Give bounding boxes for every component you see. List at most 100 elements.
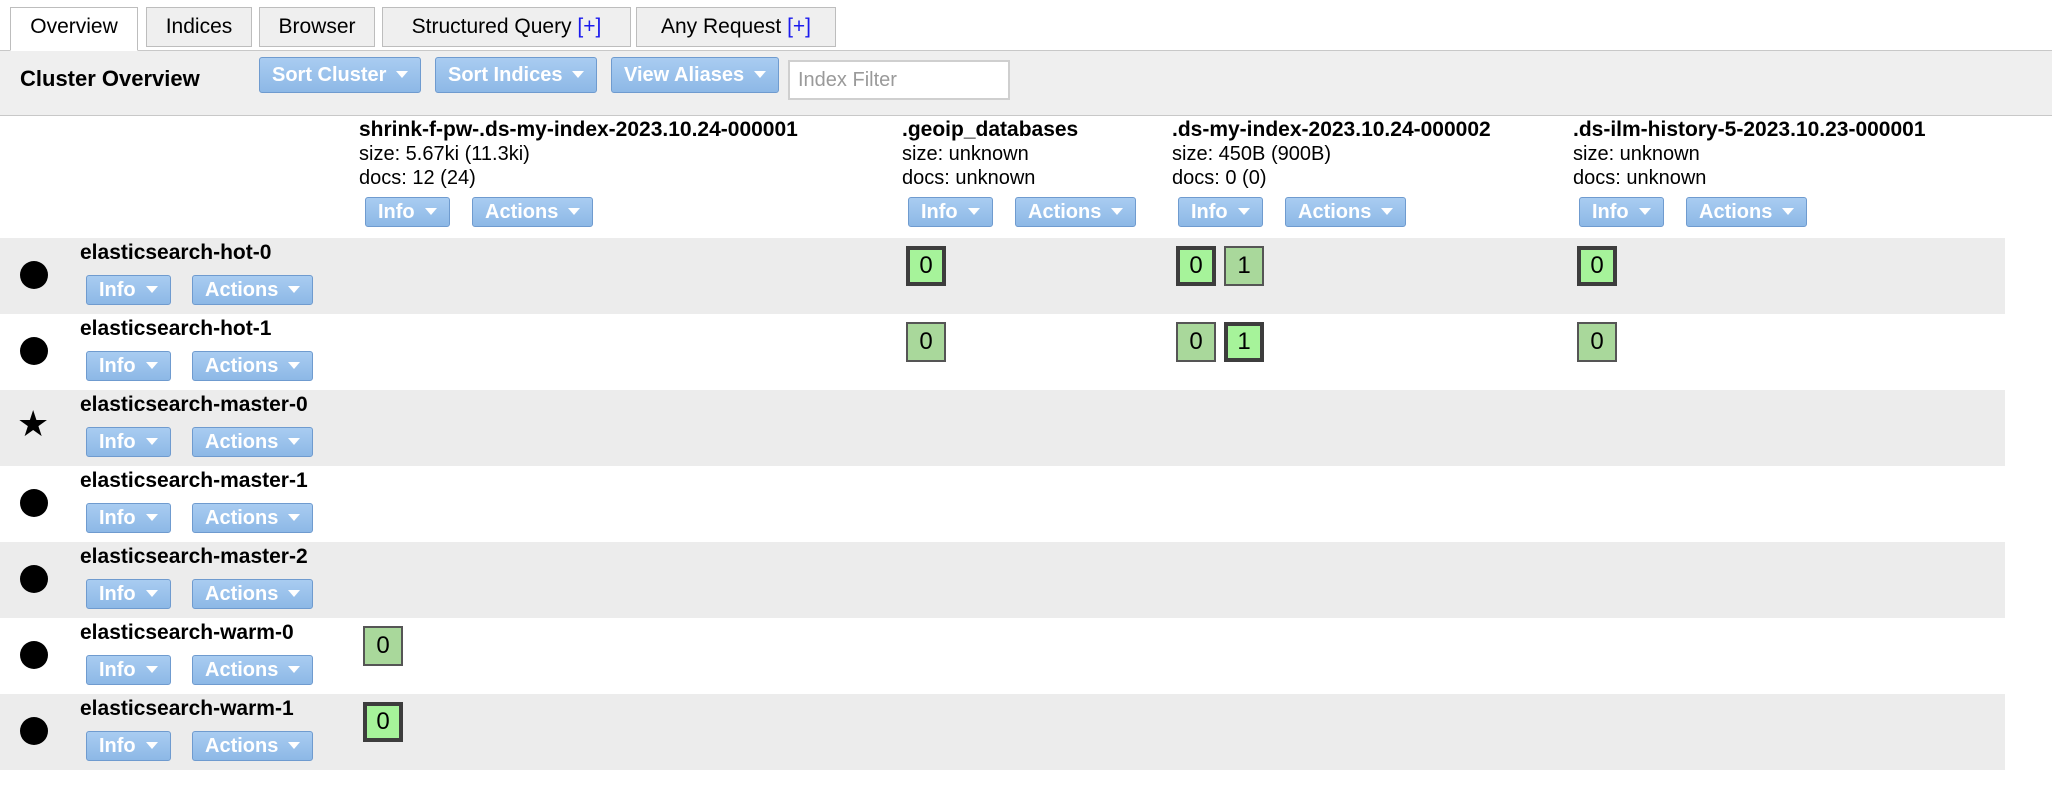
- index-actions-button[interactable]: Actions: [472, 197, 594, 227]
- chevron-down-icon: [145, 362, 158, 370]
- index-name: .ds-ilm-history-5-2023.10.23-000001: [1573, 118, 1926, 141]
- node-row: ★ elasticsearch-master-0 Info Actions: [0, 390, 2005, 466]
- button-label: Info: [378, 201, 415, 223]
- tab-structured-query[interactable]: Structured Query [+]: [382, 7, 631, 47]
- node-info-button[interactable]: Info: [86, 579, 171, 609]
- index-actions-button[interactable]: Actions: [1285, 197, 1407, 227]
- chevron-down-icon: [145, 514, 158, 522]
- node-name: elasticsearch-hot-1: [80, 317, 272, 340]
- button-label: Info: [99, 279, 136, 301]
- node-info-button[interactable]: Info: [86, 427, 171, 457]
- index-size: size: 450B (900B): [1172, 143, 1331, 165]
- button-label: Info: [99, 507, 136, 529]
- shard[interactable]: 0: [906, 246, 946, 286]
- node-actions-button[interactable]: Actions: [192, 351, 314, 381]
- node-actions-button[interactable]: Actions: [192, 427, 314, 457]
- chevron-down-icon: [1381, 208, 1394, 216]
- shard[interactable]: 0: [1176, 322, 1216, 362]
- node-status-icon: [20, 565, 48, 593]
- shard[interactable]: 0: [906, 322, 946, 362]
- chevron-down-icon: [1782, 208, 1795, 216]
- index-info-button[interactable]: Info: [1579, 197, 1664, 227]
- add-tab-link[interactable]: [+]: [787, 15, 811, 38]
- button-label: Actions: [205, 355, 279, 377]
- shard[interactable]: 0: [363, 626, 403, 666]
- sort-indices-button[interactable]: Sort Indices: [435, 57, 598, 93]
- view-aliases-button[interactable]: View Aliases: [611, 57, 780, 93]
- button-label: Info: [99, 583, 136, 605]
- index-filter-input[interactable]: [788, 60, 1010, 100]
- shard[interactable]: 0: [1577, 246, 1617, 286]
- node-info-button[interactable]: Info: [86, 731, 171, 761]
- index-actions-button[interactable]: Actions: [1015, 197, 1137, 227]
- chevron-down-icon: [288, 362, 301, 370]
- chevron-down-icon: [1237, 208, 1250, 216]
- chevron-down-icon: [396, 71, 409, 79]
- node-name: elasticsearch-warm-1: [80, 697, 294, 720]
- shard[interactable]: 0: [363, 702, 403, 742]
- index-name: shrink-f-pw-.ds-my-index-2023.10.24-0000…: [359, 118, 798, 141]
- sort-cluster-button[interactable]: Sort Cluster: [259, 57, 422, 93]
- index-docs: docs: unknown: [902, 167, 1036, 189]
- button-label: Actions: [485, 201, 559, 223]
- button-label: Sort Indices: [448, 64, 563, 86]
- cluster-toolbar: Cluster Overview Sort Cluster Sort Indic…: [0, 51, 2052, 116]
- chevron-down-icon: [288, 438, 301, 446]
- button-label: Actions: [1298, 201, 1372, 223]
- shard[interactable]: 0: [1577, 322, 1617, 362]
- node-status-icon: [20, 337, 48, 365]
- add-tab-link[interactable]: [+]: [577, 15, 601, 38]
- shard[interactable]: 1: [1224, 246, 1264, 286]
- node-info-button[interactable]: Info: [86, 275, 171, 305]
- node-row: elasticsearch-hot-1 Info Actions 0 0 1 0: [0, 314, 2005, 390]
- node-status-icon: [20, 261, 48, 289]
- button-label: Info: [99, 735, 136, 757]
- index-header: .geoip_databases size: unknown docs: unk…: [902, 118, 1137, 227]
- node-row: elasticsearch-master-2 Info Actions: [0, 542, 2005, 618]
- chevron-down-icon: [568, 208, 581, 216]
- button-label: Actions: [1028, 201, 1102, 223]
- index-docs: docs: 0 (0): [1172, 167, 1267, 189]
- node-actions-button[interactable]: Actions: [192, 655, 314, 685]
- node-actions-button[interactable]: Actions: [192, 731, 314, 761]
- chevron-down-icon: [1111, 208, 1124, 216]
- index-info-button[interactable]: Info: [1178, 197, 1263, 227]
- button-label: View Aliases: [624, 64, 745, 86]
- node-info-button[interactable]: Info: [86, 655, 171, 685]
- node-info-button[interactable]: Info: [86, 503, 171, 533]
- index-actions-button[interactable]: Actions: [1686, 197, 1808, 227]
- tab-label: Indices: [165, 15, 233, 38]
- index-header: .ds-my-index-2023.10.24-000002 size: 450…: [1172, 118, 1491, 227]
- shard[interactable]: 0: [1176, 246, 1216, 286]
- tab-any-request[interactable]: Any Request [+]: [636, 7, 836, 47]
- chevron-down-icon: [967, 208, 980, 216]
- index-name: .geoip_databases: [902, 118, 1079, 141]
- chevron-down-icon: [754, 71, 767, 79]
- button-label: Info: [1592, 201, 1629, 223]
- button-label: Info: [99, 431, 136, 453]
- node-info-button[interactable]: Info: [86, 351, 171, 381]
- button-label: Actions: [205, 507, 279, 529]
- tab-label: Any Request: [660, 15, 782, 38]
- node-status-icon: [20, 717, 48, 745]
- tab-browser[interactable]: Browser: [259, 7, 375, 47]
- tab-label: Structured Query: [411, 15, 572, 38]
- star-icon: ★: [17, 403, 50, 444]
- index-docs: docs: unknown: [1573, 167, 1707, 189]
- index-size: size: 5.67ki (11.3ki): [359, 143, 530, 165]
- node-actions-button[interactable]: Actions: [192, 579, 314, 609]
- button-label: Actions: [205, 659, 279, 681]
- index-header: .ds-ilm-history-5-2023.10.23-000001 size…: [1573, 118, 1926, 227]
- node-actions-button[interactable]: Actions: [192, 275, 314, 305]
- node-actions-button[interactable]: Actions: [192, 503, 314, 533]
- tab-overview[interactable]: Overview: [10, 7, 138, 51]
- index-info-button[interactable]: Info: [908, 197, 993, 227]
- index-info-button[interactable]: Info: [365, 197, 450, 227]
- index-docs: docs: 12 (24): [359, 167, 476, 189]
- node-row: elasticsearch-master-1 Info Actions: [0, 466, 2005, 542]
- tab-indices[interactable]: Indices: [146, 7, 252, 47]
- index-size: size: unknown: [1573, 143, 1700, 165]
- chevron-down-icon: [145, 286, 158, 294]
- node-row: elasticsearch-hot-0 Info Actions 0 0 1 0: [0, 238, 2005, 314]
- shard[interactable]: 1: [1224, 322, 1264, 362]
